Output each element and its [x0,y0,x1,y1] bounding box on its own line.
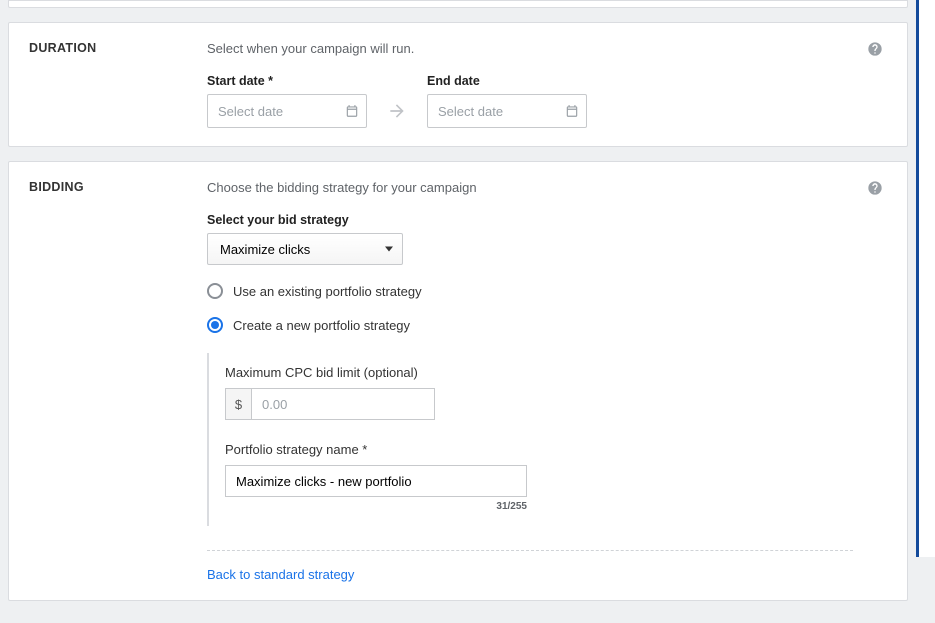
new-portfolio-panel: Maximum CPC bid limit (optional) $ Portf… [207,353,853,526]
divider [207,550,853,551]
bidding-description: Choose the bidding strategy for your cam… [207,180,853,195]
currency-prefix: $ [225,388,251,420]
scroll-accent [916,0,935,557]
portfolio-name-label: Portfolio strategy name * [225,442,853,457]
portfolio-name-count: 31/255 [225,501,527,512]
end-date-input[interactable] [427,94,587,128]
bid-strategy-select[interactable]: Maximize clicks [207,233,403,265]
bid-strategy-label: Select your bid strategy [207,213,853,227]
help-icon[interactable] [867,41,883,57]
start-date-label: Start date * [207,74,367,88]
start-date-input[interactable] [207,94,367,128]
cpc-limit-label: Maximum CPC bid limit (optional) [225,365,853,380]
radio-existing-strategy[interactable]: Use an existing portfolio strategy [207,283,853,299]
duration-description: Select when your campaign will run. [207,41,853,56]
previous-card-slice [8,0,908,8]
back-to-standard-link[interactable]: Back to standard strategy [207,567,354,582]
duration-title: DURATION [29,41,207,128]
arrow-right-icon [387,101,407,121]
calendar-icon [345,104,359,118]
radio-checked-icon [207,317,223,333]
radio-new-label: Create a new portfolio strategy [233,318,410,333]
portfolio-name-input[interactable] [225,465,527,497]
duration-section: DURATION Select when your campaign will … [8,22,908,147]
bidding-section: BIDDING Choose the bidding strategy for … [8,161,908,601]
radio-existing-label: Use an existing portfolio strategy [233,284,422,299]
calendar-icon [565,104,579,118]
end-date-label: End date [427,74,587,88]
radio-icon [207,283,223,299]
cpc-limit-input[interactable] [251,388,435,420]
radio-new-strategy[interactable]: Create a new portfolio strategy [207,317,853,333]
bidding-title: BIDDING [29,180,207,582]
help-icon[interactable] [867,180,883,196]
